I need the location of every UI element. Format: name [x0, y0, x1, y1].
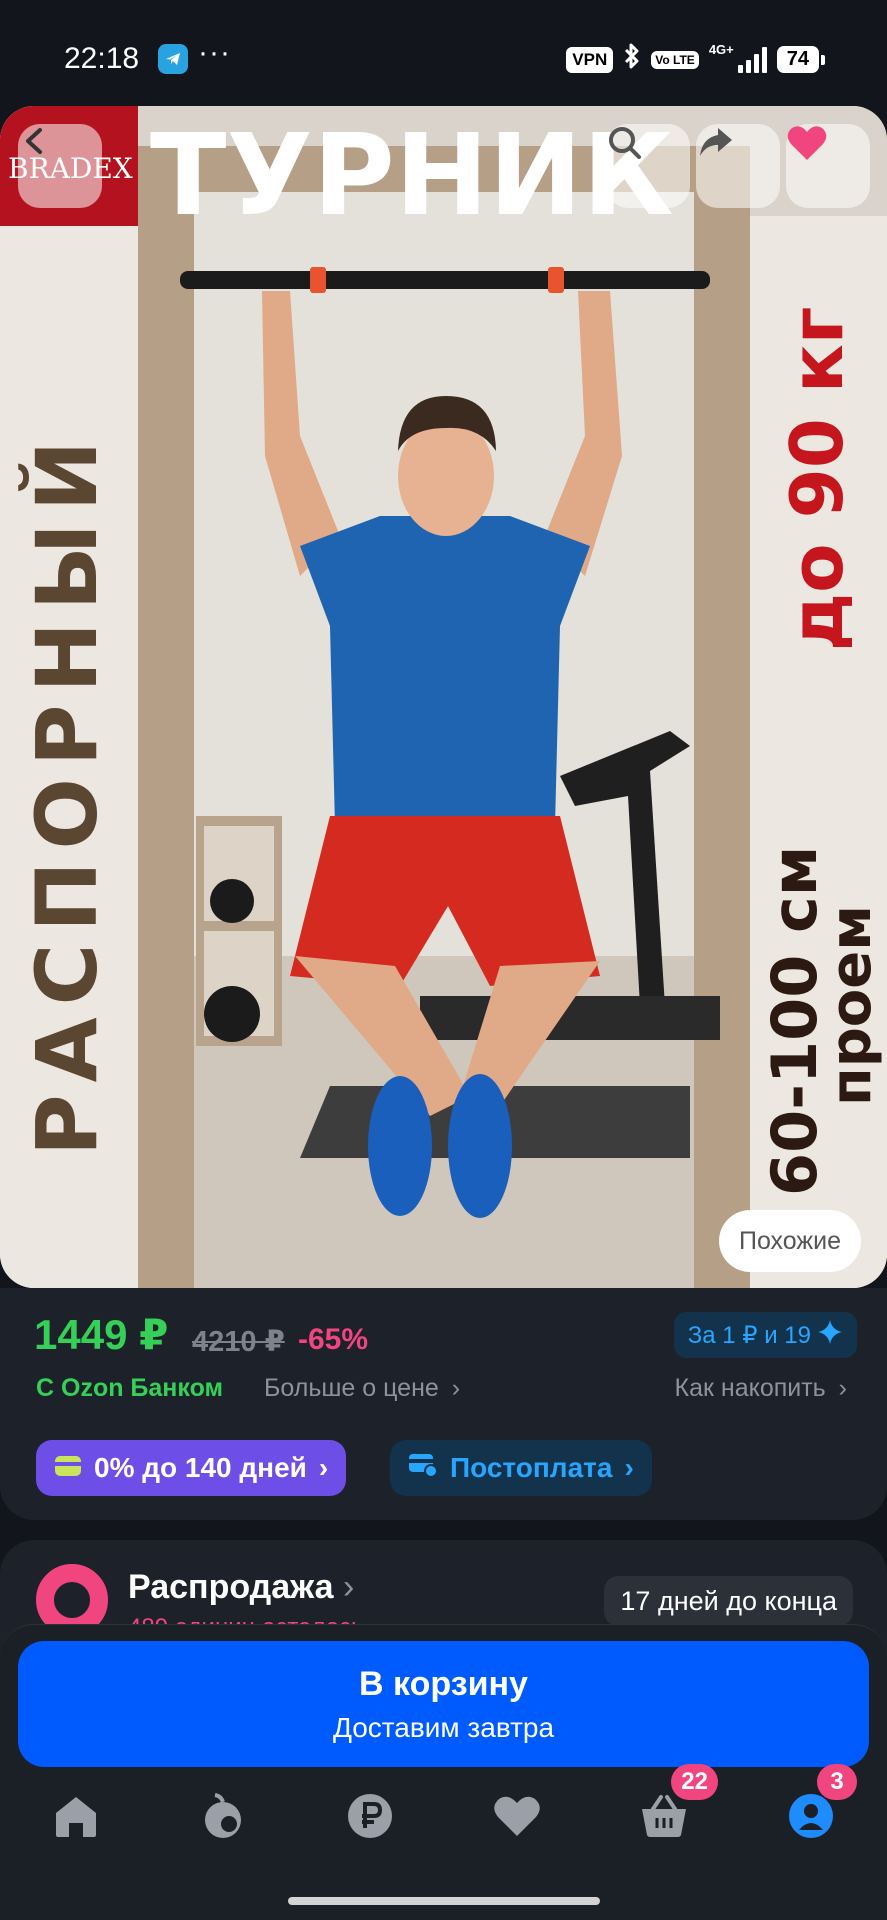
similar-button[interactable]: Похожие: [718, 1210, 861, 1272]
sale-title: Распродажа ›: [128, 1568, 355, 1606]
price-card: 1449 ₽ 4210 ₽ -65% За 1 ₽ и 19 С Ozon Ба…: [0, 1288, 887, 1520]
nav-fresh[interactable]: [183, 1778, 263, 1858]
nav-home[interactable]: [36, 1778, 116, 1858]
back-button[interactable]: [18, 124, 102, 208]
volte-indicator: Vo LTE: [651, 50, 699, 69]
how-to-accumulate-label: Как накопить: [674, 1374, 826, 1402]
nav-cart[interactable]: 22: [624, 1764, 718, 1858]
add-to-cart-label: В корзину: [359, 1664, 528, 1703]
bonus-points-button[interactable]: За 1 ₽ и 19: [673, 1312, 857, 1358]
more-about-price-label: Больше о цене: [264, 1374, 439, 1402]
favorites-icon: [492, 1794, 542, 1843]
sale-timer: 17 дней до конца: [604, 1576, 853, 1626]
hero-weight-text: до 90 кг: [775, 307, 859, 651]
chevron-right-icon: ›: [451, 1374, 461, 1402]
chevron-right-icon: ›: [624, 1452, 634, 1483]
bottom-navigation: 22 3: [0, 1764, 887, 1878]
ozon-bank-label: С Ozon Банком: [36, 1374, 224, 1402]
cart-badge: 22: [671, 1764, 718, 1800]
card-icon: [54, 1452, 82, 1484]
cart-icon: [639, 1793, 689, 1844]
favorite-button[interactable]: [786, 124, 870, 208]
home-icon: [52, 1793, 100, 1844]
chevron-right-icon: ›: [343, 1568, 355, 1606]
more-notifications-icon: ···: [198, 36, 231, 69]
hero-left-text: РАСПОРНЫЙ: [18, 429, 116, 1156]
signal-icon: [737, 46, 767, 73]
installment-label: 0% до 140 дней: [94, 1452, 307, 1483]
network-type: 4G+: [708, 42, 734, 57]
hero-opening-text: проем: [819, 905, 884, 1106]
home-indicator[interactable]: [288, 1897, 600, 1905]
delivery-label: Доставим завтра: [332, 1711, 555, 1743]
nav-favorites[interactable]: [477, 1778, 557, 1858]
search-button[interactable]: [606, 124, 690, 208]
bonus-text: За 1 ₽ и 19: [687, 1321, 811, 1349]
vpn-indicator: VPN: [566, 46, 614, 73]
nav-profile[interactable]: 3: [771, 1764, 857, 1858]
chevron-right-icon: ›: [318, 1452, 329, 1483]
chevron-right-icon: ›: [838, 1374, 847, 1402]
status-bar: 22:18 ··· VPN Vo LTE 4G+ 74: [0, 0, 887, 110]
how-to-accumulate-link[interactable]: Как накопить ›: [675, 1374, 847, 1403]
more-about-price-link[interactable]: Больше о цене ›: [264, 1374, 460, 1403]
postpay-card-icon: [408, 1452, 438, 1485]
telegram-icon: [158, 44, 188, 74]
sparkle-icon: [817, 1319, 843, 1352]
postpay-label: Постоплата: [450, 1452, 613, 1483]
discount-badge: -65%: [298, 1323, 369, 1356]
share-button[interactable]: [696, 124, 780, 208]
fresh-icon: [199, 1792, 247, 1845]
bluetooth-icon: [623, 42, 641, 77]
nav-finance[interactable]: [330, 1778, 410, 1858]
product-photo: ТУРНИК BRADEX РАСПОРНЫЙ до 90 кг 60-100 …: [0, 106, 887, 1288]
product-image[interactable]: ТУРНИК BRADEX РАСПОРНЫЙ до 90 кг 60-100 …: [0, 106, 887, 1288]
installment-chip[interactable]: 0% до 140 дней ›: [36, 1440, 347, 1496]
status-time: 22:18: [64, 42, 140, 75]
battery-indicator: 74: [776, 46, 826, 73]
old-price: 4210 ₽: [192, 1326, 285, 1358]
add-to-cart-button[interactable]: В корзину Доставим завтра: [18, 1641, 869, 1767]
profile-badge: 3: [817, 1764, 857, 1800]
postpay-chip[interactable]: Постоплата ›: [390, 1440, 652, 1496]
current-price: 1449 ₽: [34, 1311, 169, 1358]
finance-icon: [346, 1792, 394, 1845]
profile-icon: [787, 1792, 835, 1845]
hero-title: ТУРНИК: [150, 111, 674, 241]
